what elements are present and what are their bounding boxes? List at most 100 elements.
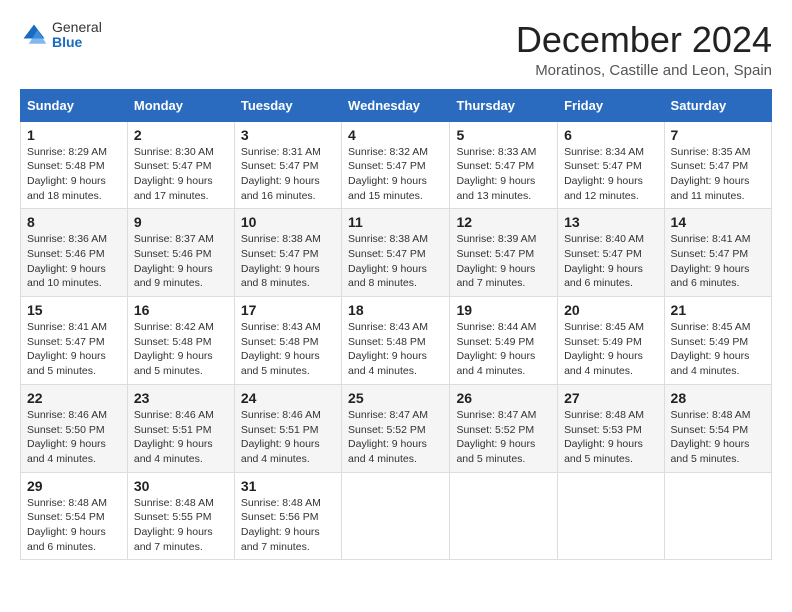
- header-monday: Monday: [127, 89, 234, 121]
- calendar-header-row: Sunday Monday Tuesday Wednesday Thursday…: [21, 89, 772, 121]
- day-detail: Sunrise: 8:38 AMSunset: 5:47 PMDaylight:…: [348, 232, 443, 291]
- table-row: 28 Sunrise: 8:48 AMSunset: 5:54 PMDaylig…: [664, 384, 771, 472]
- table-row: [664, 472, 771, 560]
- logo-text: General Blue: [52, 20, 102, 51]
- table-row: 12 Sunrise: 8:39 AMSunset: 5:47 PMDaylig…: [450, 209, 558, 297]
- table-row: 26 Sunrise: 8:47 AMSunset: 5:52 PMDaylig…: [450, 384, 558, 472]
- day-detail: Sunrise: 8:48 AMSunset: 5:56 PMDaylight:…: [241, 496, 335, 555]
- day-detail: Sunrise: 8:48 AMSunset: 5:53 PMDaylight:…: [564, 408, 657, 467]
- day-detail: Sunrise: 8:31 AMSunset: 5:47 PMDaylight:…: [241, 145, 335, 204]
- day-number: 13: [564, 214, 657, 230]
- logo-icon: [20, 21, 48, 49]
- day-number: 29: [27, 478, 121, 494]
- table-row: 15 Sunrise: 8:41 AMSunset: 5:47 PMDaylig…: [21, 297, 128, 385]
- table-row: 2 Sunrise: 8:30 AMSunset: 5:47 PMDayligh…: [127, 121, 234, 209]
- table-row: [558, 472, 664, 560]
- day-number: 11: [348, 214, 443, 230]
- day-detail: Sunrise: 8:48 AMSunset: 5:55 PMDaylight:…: [134, 496, 228, 555]
- day-number: 7: [671, 127, 765, 143]
- table-row: 24 Sunrise: 8:46 AMSunset: 5:51 PMDaylig…: [234, 384, 341, 472]
- day-detail: Sunrise: 8:48 AMSunset: 5:54 PMDaylight:…: [27, 496, 121, 555]
- table-row: 17 Sunrise: 8:43 AMSunset: 5:48 PMDaylig…: [234, 297, 341, 385]
- day-number: 23: [134, 390, 228, 406]
- day-detail: Sunrise: 8:35 AMSunset: 5:47 PMDaylight:…: [671, 145, 765, 204]
- day-detail: Sunrise: 8:40 AMSunset: 5:47 PMDaylight:…: [564, 232, 657, 291]
- table-row: 9 Sunrise: 8:37 AMSunset: 5:46 PMDayligh…: [127, 209, 234, 297]
- table-row: 30 Sunrise: 8:48 AMSunset: 5:55 PMDaylig…: [127, 472, 234, 560]
- day-number: 8: [27, 214, 121, 230]
- day-number: 2: [134, 127, 228, 143]
- header-thursday: Thursday: [450, 89, 558, 121]
- day-number: 24: [241, 390, 335, 406]
- day-number: 6: [564, 127, 657, 143]
- table-row: 13 Sunrise: 8:40 AMSunset: 5:47 PMDaylig…: [558, 209, 664, 297]
- header-sunday: Sunday: [21, 89, 128, 121]
- day-number: 5: [456, 127, 551, 143]
- table-row: 8 Sunrise: 8:36 AMSunset: 5:46 PMDayligh…: [21, 209, 128, 297]
- day-detail: Sunrise: 8:46 AMSunset: 5:51 PMDaylight:…: [134, 408, 228, 467]
- day-detail: Sunrise: 8:32 AMSunset: 5:47 PMDaylight:…: [348, 145, 443, 204]
- day-detail: Sunrise: 8:48 AMSunset: 5:54 PMDaylight:…: [671, 408, 765, 467]
- table-row: 6 Sunrise: 8:34 AMSunset: 5:47 PMDayligh…: [558, 121, 664, 209]
- header-wednesday: Wednesday: [342, 89, 450, 121]
- logo: General Blue: [20, 20, 102, 51]
- table-row: 18 Sunrise: 8:43 AMSunset: 5:48 PMDaylig…: [342, 297, 450, 385]
- table-row: 22 Sunrise: 8:46 AMSunset: 5:50 PMDaylig…: [21, 384, 128, 472]
- calendar-week-row: 8 Sunrise: 8:36 AMSunset: 5:46 PMDayligh…: [21, 209, 772, 297]
- table-row: 7 Sunrise: 8:35 AMSunset: 5:47 PMDayligh…: [664, 121, 771, 209]
- table-row: 19 Sunrise: 8:44 AMSunset: 5:49 PMDaylig…: [450, 297, 558, 385]
- day-number: 27: [564, 390, 657, 406]
- day-detail: Sunrise: 8:45 AMSunset: 5:49 PMDaylight:…: [564, 320, 657, 379]
- day-number: 3: [241, 127, 335, 143]
- day-number: 22: [27, 390, 121, 406]
- day-number: 14: [671, 214, 765, 230]
- day-detail: Sunrise: 8:39 AMSunset: 5:47 PMDaylight:…: [456, 232, 551, 291]
- table-row: [450, 472, 558, 560]
- page-header: General Blue December 2024 Moratinos, Ca…: [20, 20, 772, 79]
- title-area: December 2024 Moratinos, Castille and Le…: [516, 20, 772, 79]
- table-row: 10 Sunrise: 8:38 AMSunset: 5:47 PMDaylig…: [234, 209, 341, 297]
- day-detail: Sunrise: 8:43 AMSunset: 5:48 PMDaylight:…: [348, 320, 443, 379]
- day-detail: Sunrise: 8:47 AMSunset: 5:52 PMDaylight:…: [348, 408, 443, 467]
- table-row: 1 Sunrise: 8:29 AMSunset: 5:48 PMDayligh…: [21, 121, 128, 209]
- table-row: 4 Sunrise: 8:32 AMSunset: 5:47 PMDayligh…: [342, 121, 450, 209]
- day-detail: Sunrise: 8:46 AMSunset: 5:50 PMDaylight:…: [27, 408, 121, 467]
- logo-blue-text: Blue: [52, 35, 102, 50]
- day-detail: Sunrise: 8:29 AMSunset: 5:48 PMDaylight:…: [27, 145, 121, 204]
- table-row: [342, 472, 450, 560]
- day-detail: Sunrise: 8:47 AMSunset: 5:52 PMDaylight:…: [456, 408, 551, 467]
- location-subtitle: Moratinos, Castille and Leon, Spain: [516, 62, 772, 79]
- table-row: 25 Sunrise: 8:47 AMSunset: 5:52 PMDaylig…: [342, 384, 450, 472]
- day-number: 19: [456, 302, 551, 318]
- day-number: 10: [241, 214, 335, 230]
- day-detail: Sunrise: 8:43 AMSunset: 5:48 PMDaylight:…: [241, 320, 335, 379]
- day-number: 16: [134, 302, 228, 318]
- day-detail: Sunrise: 8:30 AMSunset: 5:47 PMDaylight:…: [134, 145, 228, 204]
- day-detail: Sunrise: 8:46 AMSunset: 5:51 PMDaylight:…: [241, 408, 335, 467]
- header-friday: Friday: [558, 89, 664, 121]
- header-tuesday: Tuesday: [234, 89, 341, 121]
- calendar-week-row: 22 Sunrise: 8:46 AMSunset: 5:50 PMDaylig…: [21, 384, 772, 472]
- day-detail: Sunrise: 8:41 AMSunset: 5:47 PMDaylight:…: [27, 320, 121, 379]
- table-row: 5 Sunrise: 8:33 AMSunset: 5:47 PMDayligh…: [450, 121, 558, 209]
- day-number: 9: [134, 214, 228, 230]
- day-number: 30: [134, 478, 228, 494]
- day-number: 26: [456, 390, 551, 406]
- header-saturday: Saturday: [664, 89, 771, 121]
- day-number: 25: [348, 390, 443, 406]
- table-row: 20 Sunrise: 8:45 AMSunset: 5:49 PMDaylig…: [558, 297, 664, 385]
- table-row: 31 Sunrise: 8:48 AMSunset: 5:56 PMDaylig…: [234, 472, 341, 560]
- day-detail: Sunrise: 8:37 AMSunset: 5:46 PMDaylight:…: [134, 232, 228, 291]
- day-number: 1: [27, 127, 121, 143]
- logo-general-text: General: [52, 20, 102, 35]
- table-row: 11 Sunrise: 8:38 AMSunset: 5:47 PMDaylig…: [342, 209, 450, 297]
- day-number: 31: [241, 478, 335, 494]
- day-number: 21: [671, 302, 765, 318]
- day-detail: Sunrise: 8:34 AMSunset: 5:47 PMDaylight:…: [564, 145, 657, 204]
- calendar-table: Sunday Monday Tuesday Wednesday Thursday…: [20, 89, 772, 561]
- day-detail: Sunrise: 8:38 AMSunset: 5:47 PMDaylight:…: [241, 232, 335, 291]
- day-number: 17: [241, 302, 335, 318]
- table-row: 16 Sunrise: 8:42 AMSunset: 5:48 PMDaylig…: [127, 297, 234, 385]
- day-detail: Sunrise: 8:45 AMSunset: 5:49 PMDaylight:…: [671, 320, 765, 379]
- day-detail: Sunrise: 8:33 AMSunset: 5:47 PMDaylight:…: [456, 145, 551, 204]
